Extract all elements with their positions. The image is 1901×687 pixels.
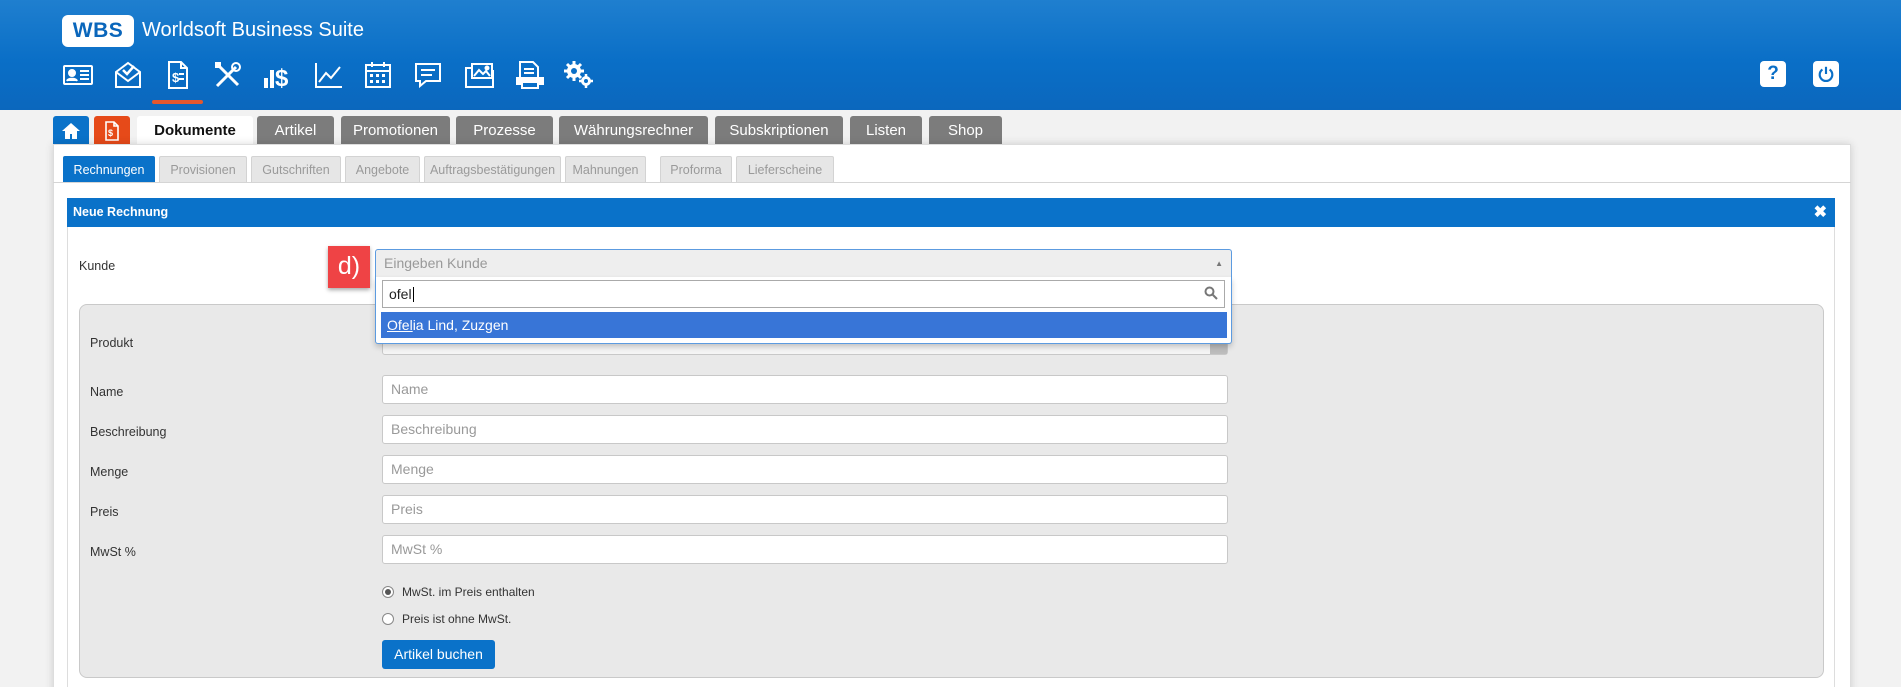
chevron-up-icon: ▲ [1215,259,1223,268]
chat-icon[interactable] [409,58,447,92]
power-icon[interactable] [1813,61,1839,87]
name-input[interactable]: Name [382,375,1228,404]
tab-waehrungsrechner[interactable]: Währungsrechner [559,116,708,145]
statistics-icon[interactable] [309,58,347,92]
dialog-title: Neue Rechnung [73,205,169,219]
wbs-logo: WBS [62,15,134,47]
tab-artikel[interactable]: Artikel [257,116,334,145]
subtab-proforma[interactable]: Proforma [660,156,732,182]
tab-subskriptionen[interactable]: Subskriptionen [715,116,843,145]
label-preis: Preis [90,505,119,519]
dialog-titlebar: Neue Rechnung ✖ [67,198,1835,227]
media-icon[interactable] [461,58,499,92]
svg-text:$: $ [108,128,113,138]
radio-mwst-included[interactable] [382,586,394,598]
home-icon [62,123,80,139]
menge-input[interactable]: Menge [382,455,1228,484]
label-mwst: MwSt % [90,545,136,559]
radio-label-included: MwSt. im Preis enthalten [402,585,535,599]
beschreibung-input[interactable]: Beschreibung [382,415,1228,444]
search-icon [1204,286,1218,300]
step-marker: d) [328,246,370,288]
subtab-lieferscheine[interactable]: Lieferscheine [736,156,834,182]
label-beschreibung: Beschreibung [90,425,167,439]
radio-mwst-excluded[interactable] [382,613,394,625]
option-rest-text: ia Lind, Zuzgen [412,317,509,333]
kunde-select-placeholder: Eingeben Kunde [384,255,488,271]
svg-text:$: $ [172,70,180,85]
tab-documents-module[interactable]: $ [94,116,130,145]
tools-icon[interactable] [209,58,247,92]
settings-icon[interactable] [560,58,598,92]
help-label: ? [1767,63,1779,84]
label-kunde: Kunde [79,259,116,273]
kunde-search-input[interactable]: ofel [382,280,1225,308]
label-produkt: Produkt [90,336,134,350]
tab-dokumente[interactable]: Dokumente [137,116,253,146]
subtab-rechnungen[interactable]: Rechnungen [63,156,155,182]
contacts-icon[interactable] [59,58,97,92]
radio-label-excluded: Preis ist ohne MwSt. [402,612,512,626]
calendar-icon[interactable] [359,58,397,92]
product-section [79,304,1824,678]
active-module-indicator [152,100,203,104]
mwst-input[interactable]: MwSt % [382,535,1228,564]
kunde-search-value: ofel [389,286,412,302]
tab-shop[interactable]: Shop [929,116,1002,145]
print-icon[interactable] [511,58,549,92]
document-icon: $ [105,121,119,141]
close-icon[interactable]: ✖ [1814,198,1827,227]
subtab-gutschriften[interactable]: Gutschriften [251,156,341,182]
label-menge: Menge [90,465,129,479]
subtab-provisionen[interactable]: Provisionen [159,156,247,182]
finance-icon[interactable]: $ [259,58,297,92]
tab-home[interactable] [53,116,89,145]
app-title: Worldsoft Business Suite [142,19,364,41]
subtab-divider [53,182,1851,183]
artikel-buchen-button[interactable]: Artikel buchen [382,640,495,669]
help-icon[interactable]: ? [1760,61,1786,87]
svg-text:$: $ [275,65,289,90]
text-caret [412,287,414,302]
mail-icon[interactable] [109,58,147,92]
subtab-auftragsbestaetigungen[interactable]: Auftragsbestätigungen [424,156,561,182]
preis-input[interactable]: Preis [382,495,1228,524]
kunde-dropdown: ofel Ofelia Lind, Zuzgen [375,277,1232,344]
option-match-text: Ofel [387,317,413,333]
subtab-angebote[interactable]: Angebote [345,156,420,182]
kunde-option[interactable]: Ofelia Lind, Zuzgen [381,312,1227,338]
documents-icon[interactable]: $ [159,58,197,92]
app-header: WBS Worldsoft Business Suite $ $ ? [0,0,1901,110]
subtab-mahnungen[interactable]: Mahnungen [565,156,646,182]
tab-prozesse[interactable]: Prozesse [456,116,553,145]
label-name: Name [90,385,124,399]
kunde-select[interactable]: Eingeben Kunde ▲ [375,249,1232,277]
tab-listen[interactable]: Listen [850,116,922,145]
tab-promotionen[interactable]: Promotionen [341,116,450,145]
